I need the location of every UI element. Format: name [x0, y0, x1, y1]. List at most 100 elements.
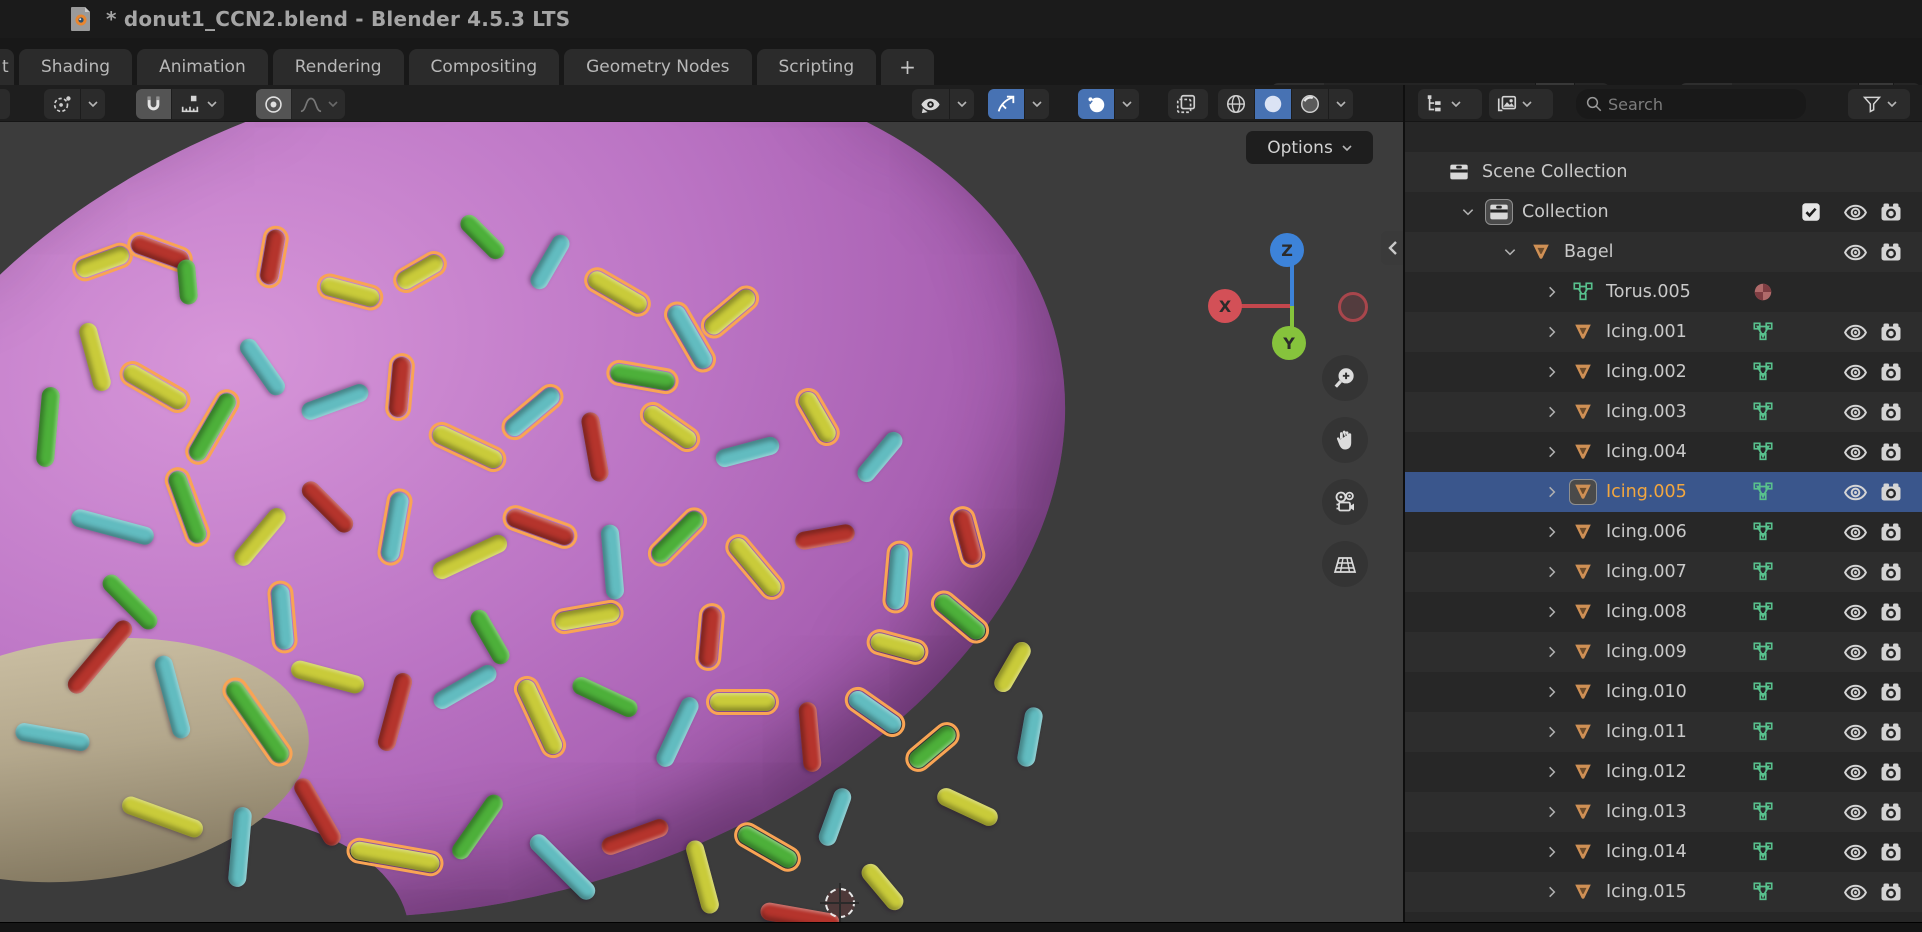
- outliner-row-icing-014[interactable]: Icing.014: [1405, 832, 1922, 872]
- disable-in-renders-toggle[interactable]: [1877, 679, 1905, 705]
- disable-in-renders-toggle[interactable]: [1877, 439, 1905, 465]
- row-data-icon[interactable]: [1749, 799, 1777, 825]
- row-data-icon[interactable]: [1749, 599, 1777, 625]
- outliner-row-icing-002[interactable]: Icing.002: [1405, 352, 1922, 392]
- outliner-row-icing-006[interactable]: Icing.006: [1405, 512, 1922, 552]
- expander[interactable]: [1535, 520, 1569, 544]
- show-overlays-toggle[interactable]: [1078, 89, 1114, 119]
- sprinkle-object[interactable]: [857, 860, 908, 914]
- outliner-row-icing-015[interactable]: Icing.015: [1405, 872, 1922, 912]
- editor-type-dropdown-partial[interactable]: [0, 89, 10, 119]
- add-workspace-tab[interactable]: +: [881, 49, 934, 85]
- sprinkle-object[interactable]: [730, 812, 805, 882]
- sprinkle-object[interactable]: [901, 711, 964, 783]
- row-data-icon[interactable]: [1749, 319, 1777, 345]
- hide-in-viewport-toggle[interactable]: [1841, 199, 1869, 225]
- tab-shading[interactable]: Shading: [19, 49, 133, 85]
- options-dropdown[interactable]: Options: [1246, 131, 1373, 164]
- outliner-row-icing-010[interactable]: Icing.010: [1405, 672, 1922, 712]
- row-data-icon[interactable]: [1749, 359, 1777, 385]
- hide-in-viewport-toggle[interactable]: [1841, 439, 1869, 465]
- disable-in-renders-toggle[interactable]: [1877, 319, 1905, 345]
- expander[interactable]: [1411, 160, 1445, 184]
- expander[interactable]: [1535, 840, 1569, 864]
- sprinkle-object[interactable]: [1015, 705, 1045, 769]
- expander[interactable]: [1535, 560, 1569, 584]
- filter-dropdown[interactable]: [1848, 89, 1910, 119]
- outliner-row-icing-009[interactable]: Icing.009: [1405, 632, 1922, 672]
- row-data-icon[interactable]: [1749, 719, 1777, 745]
- hide-in-viewport-toggle[interactable]: [1841, 519, 1869, 545]
- row-data-icon[interactable]: [1749, 279, 1777, 305]
- expander[interactable]: [1493, 240, 1527, 264]
- disable-in-renders-toggle[interactable]: [1877, 559, 1905, 585]
- outliner-row-icing-007[interactable]: Icing.007: [1405, 552, 1922, 592]
- expander[interactable]: [1535, 760, 1569, 784]
- sprinkle-object[interactable]: [816, 785, 854, 849]
- outliner-row-icing-003[interactable]: Icing.003: [1405, 392, 1922, 432]
- solid-shading-button[interactable]: [1254, 89, 1291, 119]
- zoom-button[interactable]: [1322, 355, 1368, 401]
- row-data-icon[interactable]: [1749, 159, 1777, 185]
- tab-partial[interactable]: t: [0, 49, 14, 85]
- proportional-editing-toggle[interactable]: [256, 89, 291, 119]
- expander[interactable]: [1535, 480, 1569, 504]
- row-data-icon[interactable]: [1749, 759, 1777, 785]
- collection-checkbox[interactable]: [1797, 199, 1825, 225]
- tab-rendering[interactable]: Rendering: [272, 49, 404, 85]
- disable-in-renders-toggle[interactable]: [1877, 839, 1905, 865]
- gizmo-y-axis-ball[interactable]: Y: [1272, 326, 1306, 360]
- tab-animation[interactable]: Animation: [137, 49, 268, 85]
- disable-in-renders-toggle[interactable]: [1877, 639, 1905, 665]
- material-preview-shading-button[interactable]: [1291, 89, 1328, 119]
- sprinkle-object[interactable]: [934, 785, 1001, 829]
- expander[interactable]: [1535, 600, 1569, 624]
- editor-type-dropdown[interactable]: [1418, 89, 1482, 119]
- hide-in-viewport-toggle[interactable]: [1841, 479, 1869, 505]
- sprinkle-object[interactable]: [706, 689, 779, 715]
- expander[interactable]: [1535, 880, 1569, 904]
- row-data-icon[interactable]: [1749, 519, 1777, 545]
- outliner-row-icing-012[interactable]: Icing.012: [1405, 752, 1922, 792]
- row-data-icon[interactable]: [1749, 239, 1777, 265]
- disable-in-renders-toggle[interactable]: [1877, 239, 1905, 265]
- falloff-dropdown[interactable]: [291, 89, 345, 119]
- outliner-row-collection[interactable]: Collection: [1405, 192, 1922, 232]
- expander[interactable]: [1535, 440, 1569, 464]
- hide-in-viewport-toggle[interactable]: [1841, 319, 1869, 345]
- row-data-icon[interactable]: [1749, 839, 1777, 865]
- hide-in-viewport-toggle[interactable]: [1841, 839, 1869, 865]
- tab-compositing[interactable]: Compositing: [408, 49, 560, 85]
- snap-settings-dropdown[interactable]: [171, 89, 224, 119]
- outliner-row-icing-013[interactable]: Icing.013: [1405, 792, 1922, 832]
- perspective-toggle-button[interactable]: [1322, 541, 1368, 587]
- snap-toggle[interactable]: [136, 89, 171, 119]
- disable-in-renders-toggle[interactable]: [1877, 879, 1905, 905]
- hide-in-viewport-toggle[interactable]: [1841, 719, 1869, 745]
- row-data-icon[interactable]: [1749, 399, 1777, 425]
- hide-in-viewport-toggle[interactable]: [1841, 359, 1869, 385]
- hide-in-viewport-toggle[interactable]: [1841, 399, 1869, 425]
- hide-in-viewport-toggle[interactable]: [1841, 679, 1869, 705]
- disable-in-renders-toggle[interactable]: [1877, 479, 1905, 505]
- row-data-icon[interactable]: [1749, 439, 1777, 465]
- row-data-icon[interactable]: [1749, 639, 1777, 665]
- disable-in-renders-toggle[interactable]: [1877, 519, 1905, 545]
- overlays-dropdown[interactable]: [1114, 89, 1139, 119]
- hide-in-viewport-toggle[interactable]: [1841, 559, 1869, 585]
- outliner-row-icing-005[interactable]: Icing.005: [1405, 472, 1922, 512]
- expander[interactable]: [1535, 400, 1569, 424]
- expander[interactable]: [1535, 360, 1569, 384]
- display-mode-dropdown[interactable]: [1489, 89, 1553, 119]
- row-data-icon[interactable]: [1749, 199, 1777, 225]
- outliner-row-scene collection[interactable]: Scene Collection: [1405, 152, 1922, 192]
- row-data-icon[interactable]: [1749, 479, 1777, 505]
- hide-in-viewport-toggle[interactable]: [1841, 759, 1869, 785]
- 3d-viewport[interactable]: Options X Y Z: [0, 85, 1403, 922]
- xray-toggle[interactable]: [1168, 89, 1208, 119]
- hide-in-viewport-toggle[interactable]: [1841, 879, 1869, 905]
- visibility-dropdown[interactable]: [912, 89, 974, 119]
- expander[interactable]: [1535, 640, 1569, 664]
- camera-view-button[interactable]: [1322, 479, 1368, 525]
- sprinkle-object[interactable]: [176, 258, 199, 306]
